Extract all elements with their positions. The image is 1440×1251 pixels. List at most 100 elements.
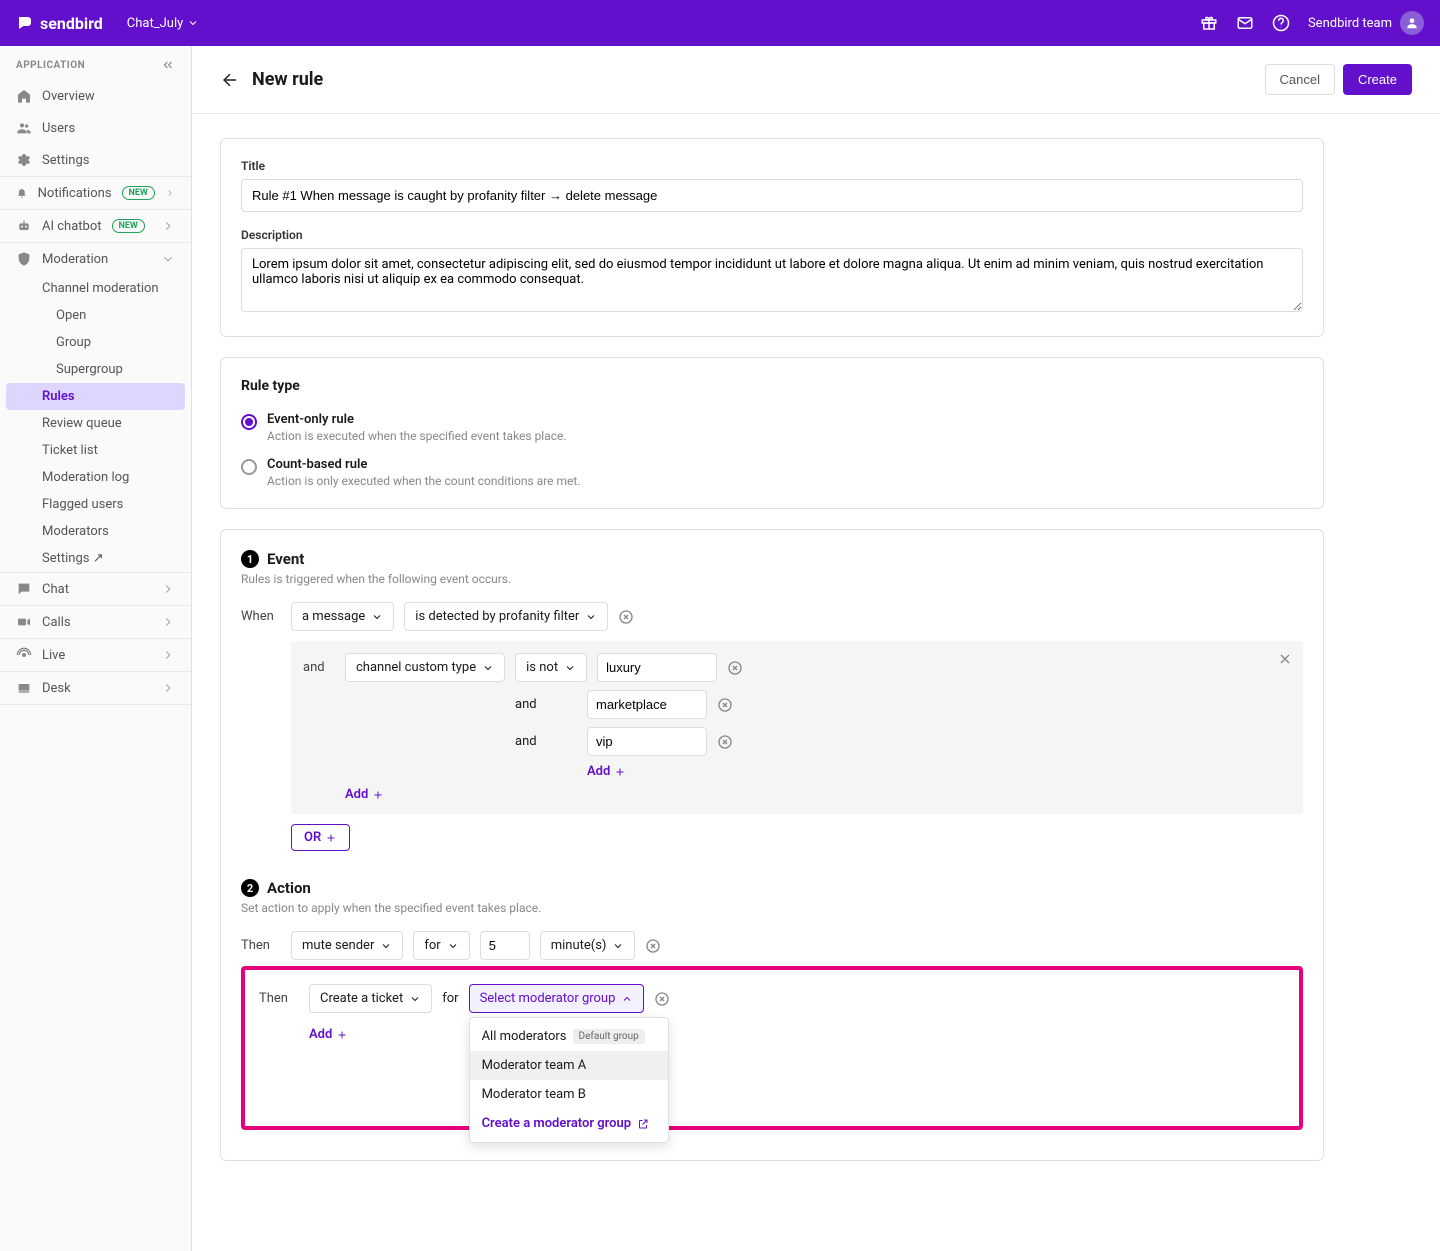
cond-value-input[interactable]: [587, 727, 707, 756]
select-value: is detected by profanity filter: [415, 609, 579, 624]
create-button[interactable]: Create: [1343, 64, 1412, 95]
sidebar-sub-rules[interactable]: Rules: [6, 383, 185, 410]
for-select[interactable]: for: [413, 931, 469, 960]
add-value-button[interactable]: Add: [587, 764, 626, 779]
sidebar-sub-group[interactable]: Group: [0, 329, 191, 356]
brand-logo[interactable]: sendbird: [16, 14, 103, 33]
step-title: Action: [267, 879, 311, 897]
condition-group: and channel custom type is not: [291, 641, 1303, 814]
moderator-group-select[interactable]: Select moderator group: [469, 984, 645, 1013]
sidebar-item-overview[interactable]: Overview: [0, 80, 191, 112]
title-input[interactable]: [241, 179, 1303, 212]
user-menu[interactable]: Sendbird team: [1308, 11, 1424, 35]
remove-icon[interactable]: [717, 734, 733, 750]
chevron-right-icon: [165, 186, 175, 200]
plus-icon: [372, 789, 384, 801]
radio-desc: Action is executed when the specified ev…: [267, 429, 567, 443]
remove-icon[interactable]: [654, 991, 670, 1007]
gift-icon[interactable]: [1200, 14, 1218, 32]
sidebar-item-moderation[interactable]: Moderation: [0, 243, 191, 275]
description-label: Description: [241, 228, 1303, 242]
sidebar-label: AI chatbot: [42, 219, 102, 234]
chevron-down-icon: [187, 17, 199, 29]
select-value: a message: [302, 609, 365, 624]
duration-input[interactable]: [480, 931, 530, 960]
radio-event-only[interactable]: Event-only rule Action is executed when …: [241, 412, 1303, 443]
radio-label: Count-based rule: [267, 457, 580, 472]
and-label: and: [515, 697, 577, 712]
sidebar-item-settings[interactable]: Settings: [0, 144, 191, 176]
unit-select[interactable]: minute(s): [540, 931, 636, 960]
dropdown-item-team-a[interactable]: Moderator team A: [470, 1051, 668, 1080]
sidebar-label: Calls: [42, 615, 71, 630]
cancel-button[interactable]: Cancel: [1265, 64, 1335, 95]
sidebar-sub-flagged-users[interactable]: Flagged users: [0, 491, 191, 518]
remove-icon[interactable]: [717, 697, 733, 713]
dropdown-create-group-link[interactable]: Create a moderator group: [470, 1109, 668, 1138]
remove-icon[interactable]: [618, 609, 634, 625]
remove-icon[interactable]: [645, 938, 661, 954]
sidebar-label: Notifications: [38, 186, 112, 201]
select-value: for: [424, 938, 440, 953]
chevron-right-icon: [161, 615, 175, 629]
new-badge: NEW: [112, 219, 145, 233]
cond-operator-select[interactable]: is not: [515, 653, 587, 682]
step-number: 2: [241, 879, 259, 897]
or-button[interactable]: OR: [291, 824, 350, 851]
add-condition-button[interactable]: Add: [345, 787, 384, 802]
sidebar-item-desk[interactable]: Desk: [0, 672, 191, 704]
desk-icon: [16, 680, 32, 696]
sidebar-label: Desk: [42, 681, 71, 696]
dropdown-label: Moderator team A: [482, 1058, 587, 1073]
close-icon[interactable]: [1277, 651, 1293, 667]
and-label: and: [303, 660, 335, 675]
broadcast-icon: [16, 647, 32, 663]
when-label: When: [241, 609, 281, 624]
cond-value-input[interactable]: [587, 690, 707, 719]
cond-value-input[interactable]: [597, 653, 717, 682]
select-value: minute(s): [551, 938, 607, 953]
radio-icon: [241, 414, 257, 430]
select-value: mute sender: [302, 938, 374, 953]
collapse-icon[interactable]: [161, 58, 175, 72]
sidebar-sub-channel[interactable]: Channel moderation: [0, 275, 191, 302]
remove-icon[interactable]: [727, 660, 743, 676]
description-textarea[interactable]: Lorem ipsum dolor sit amet, consectetur …: [241, 248, 1303, 312]
dropdown-label: All moderators: [482, 1029, 567, 1044]
moderator-group-dropdown: All moderators Default group Moderator t…: [469, 1017, 669, 1143]
dropdown-item-team-b[interactable]: Moderator team B: [470, 1080, 668, 1109]
chevron-down-icon: [585, 611, 597, 623]
sidebar-sub-moderators[interactable]: Moderators: [0, 518, 191, 545]
sidebar-item-live[interactable]: Live: [0, 639, 191, 671]
sidebar-item-chat[interactable]: Chat: [0, 573, 191, 605]
sidebar-sub-supergroup[interactable]: Supergroup: [0, 356, 191, 383]
action-select[interactable]: mute sender: [291, 931, 403, 960]
event-predicate-select[interactable]: is detected by profanity filter: [404, 602, 608, 631]
sidebar-sub-moderation-log[interactable]: Moderation log: [0, 464, 191, 491]
sidebar-sub-settings[interactable]: Settings ↗: [0, 545, 191, 572]
avatar: [1400, 11, 1424, 35]
sidebar-sub-review-queue[interactable]: Review queue: [0, 410, 191, 437]
shield-icon: [16, 251, 32, 267]
action-select[interactable]: Create a ticket: [309, 984, 432, 1013]
dropdown-item-all-moderators[interactable]: All moderators Default group: [470, 1022, 668, 1051]
chevron-right-icon: [161, 681, 175, 695]
sidebar-label: Users: [42, 121, 75, 136]
cond-subject-select[interactable]: channel custom type: [345, 653, 505, 682]
sidebar-sub-ticket-list[interactable]: Ticket list: [0, 437, 191, 464]
plus-icon: [325, 832, 337, 844]
back-button[interactable]: [220, 70, 240, 90]
sidebar-item-users[interactable]: Users: [0, 112, 191, 144]
radio-count-based[interactable]: Count-based rule Action is only executed…: [241, 457, 1303, 488]
sidebar-sub-open[interactable]: Open: [0, 302, 191, 329]
sidebar-item-ai-chatbot[interactable]: AI chatbot NEW: [0, 210, 191, 242]
app-selector[interactable]: Chat_July: [127, 16, 199, 31]
sidebar-item-notifications[interactable]: Notifications NEW: [0, 177, 191, 209]
mail-icon[interactable]: [1236, 14, 1254, 32]
chevron-down-icon: [409, 993, 421, 1005]
event-subject-select[interactable]: a message: [291, 602, 394, 631]
chevron-down-icon: [612, 940, 624, 952]
help-icon[interactable]: [1272, 14, 1290, 32]
add-action-button[interactable]: Add: [309, 1027, 348, 1042]
sidebar-item-calls[interactable]: Calls: [0, 606, 191, 638]
